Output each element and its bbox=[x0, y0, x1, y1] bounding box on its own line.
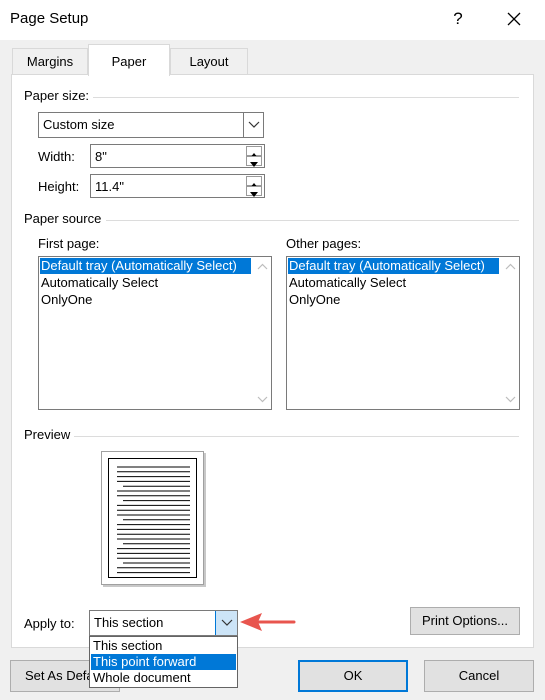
window-title: Page Setup bbox=[10, 10, 89, 27]
paper-size-dropdown-button[interactable] bbox=[243, 113, 263, 137]
help-button[interactable]: ? bbox=[441, 4, 475, 34]
list-item[interactable]: Default tray (Automatically Select) bbox=[40, 258, 251, 274]
annotation-arrow-icon bbox=[240, 613, 296, 631]
tab-margins[interactable]: Margins bbox=[12, 48, 88, 74]
width-down-button[interactable] bbox=[246, 156, 262, 167]
list-item[interactable]: OnlyOne bbox=[40, 292, 92, 308]
preview-text-lines-icon bbox=[117, 466, 190, 574]
list-item[interactable]: Automatically Select bbox=[288, 275, 406, 291]
first-page-label: First page: bbox=[38, 236, 100, 251]
apply-to-label: Apply to: bbox=[24, 616, 75, 631]
width-spinner[interactable]: 8" bbox=[90, 144, 265, 168]
paper-size-value: Custom size bbox=[43, 117, 115, 132]
paper-size-combo[interactable]: Custom size bbox=[38, 112, 264, 138]
list-item[interactable]: Default tray (Automatically Select) bbox=[288, 258, 499, 274]
paper-source-separator bbox=[106, 220, 519, 221]
height-down-button[interactable] bbox=[246, 186, 262, 197]
close-icon bbox=[507, 12, 521, 26]
apply-to-option-whole-document[interactable]: Whole document bbox=[91, 670, 236, 686]
height-spinner[interactable]: 11.4" bbox=[90, 174, 265, 198]
width-up-button[interactable] bbox=[246, 146, 262, 158]
paper-source-label: Paper source bbox=[24, 211, 102, 226]
width-label: Width: bbox=[38, 149, 75, 164]
arrow-down-icon bbox=[250, 162, 258, 167]
scroll-down-icon bbox=[505, 396, 516, 403]
ok-button[interactable]: OK bbox=[298, 660, 408, 692]
apply-to-dropdown-list[interactable]: This section This point forward Whole do… bbox=[89, 636, 238, 688]
apply-to-option-this-point-forward[interactable]: This point forward bbox=[91, 654, 236, 670]
list-item[interactable]: OnlyOne bbox=[288, 292, 340, 308]
width-value: 8" bbox=[95, 149, 107, 164]
apply-to-combo[interactable]: This section bbox=[89, 610, 238, 636]
scroll-down-icon bbox=[257, 396, 268, 403]
height-label: Height: bbox=[38, 179, 80, 194]
paper-size-label: Paper size: bbox=[24, 88, 90, 103]
cancel-button[interactable]: Cancel bbox=[424, 660, 534, 692]
apply-to-value: This section bbox=[94, 615, 164, 630]
preview-content-border bbox=[108, 458, 197, 578]
height-value: 11.4" bbox=[95, 179, 124, 194]
preview-separator bbox=[74, 436, 519, 437]
scroll-up-icon bbox=[505, 263, 516, 270]
list-item[interactable]: Automatically Select bbox=[40, 275, 158, 291]
tab-layout[interactable]: Layout bbox=[170, 48, 248, 74]
scrollbar[interactable] bbox=[502, 257, 519, 409]
arrow-down-icon bbox=[250, 192, 258, 197]
chevron-down-icon bbox=[248, 121, 260, 128]
page-preview bbox=[101, 451, 204, 585]
preview-label: Preview bbox=[24, 427, 71, 442]
apply-to-option-this-section[interactable]: This section bbox=[91, 638, 236, 654]
tab-paper[interactable]: Paper bbox=[88, 44, 170, 76]
scroll-up-icon bbox=[257, 263, 268, 270]
close-button[interactable] bbox=[497, 4, 531, 34]
print-options-button[interactable]: Print Options... bbox=[410, 607, 520, 635]
chevron-down-icon bbox=[221, 619, 233, 626]
first-page-listbox[interactable]: Default tray (Automatically Select) Auto… bbox=[38, 256, 272, 410]
height-up-button[interactable] bbox=[246, 176, 262, 188]
other-pages-listbox[interactable]: Default tray (Automatically Select) Auto… bbox=[286, 256, 520, 410]
scrollbar[interactable] bbox=[254, 257, 271, 409]
apply-to-dropdown-button[interactable] bbox=[215, 611, 237, 635]
paper-size-separator bbox=[93, 97, 519, 98]
other-pages-label: Other pages: bbox=[286, 236, 362, 251]
